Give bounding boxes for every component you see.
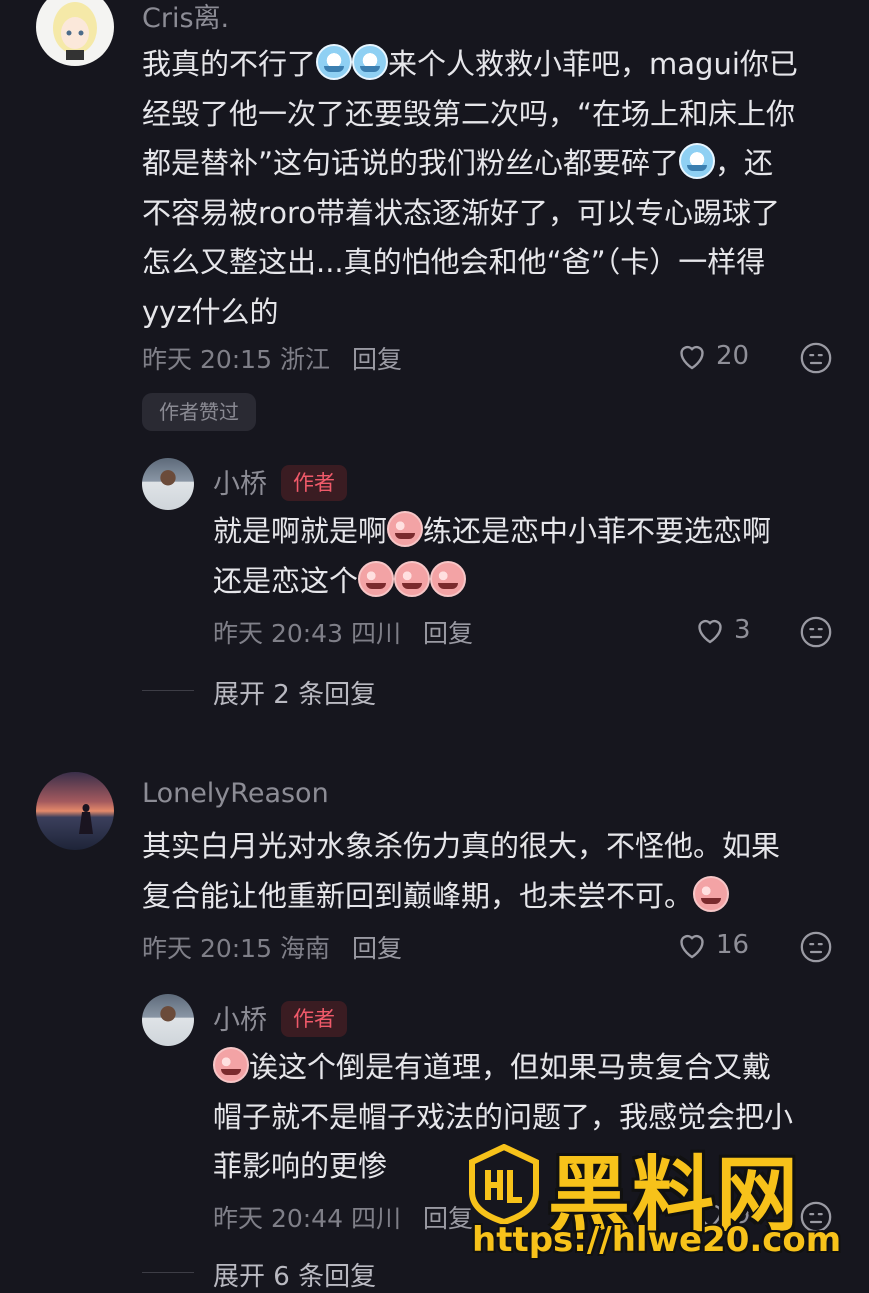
reply-button[interactable]: 回复 xyxy=(352,345,402,374)
crying-emoji-icon xyxy=(358,560,395,597)
author-badge: 作者 xyxy=(281,1001,347,1037)
laughing-emoji-icon xyxy=(213,1047,249,1083)
avatar[interactable] xyxy=(36,0,114,66)
crying-emoji-icon xyxy=(316,44,353,80)
username[interactable]: 小桥 xyxy=(213,469,267,500)
username[interactable]: Cris离. xyxy=(142,0,229,35)
like-button[interactable]: 16 xyxy=(674,927,749,963)
reply-header: 小桥 作者 xyxy=(213,998,347,1037)
crying-emoji-icon xyxy=(352,44,389,80)
divider xyxy=(142,690,194,691)
like-count: 3 xyxy=(734,615,751,645)
expand-replies-button[interactable]: 展开 6 条回复 xyxy=(213,1256,376,1293)
like-button[interactable]: 20 xyxy=(674,338,749,374)
like-count: 16 xyxy=(716,930,750,960)
anime-girl-icon xyxy=(53,2,97,60)
reply-meta: 昨天 20:43 四川 回复 xyxy=(213,619,473,648)
author-badge: 作者 xyxy=(281,465,347,501)
silhouette-icon xyxy=(79,804,93,834)
reply-text: 就是啊就是啊 练还是恋中小菲不要选恋啊 还是恋这个 xyxy=(213,507,833,606)
comment-meta: 昨天 20:15 浙江 回复 xyxy=(142,345,402,374)
comment-text: 我真的不行了 来个人救救小菲吧，magui你已 经毁了他一次了还要毁第二次吗，“在… xyxy=(142,40,842,337)
reply-header: 小桥 作者 xyxy=(213,462,347,501)
neutral-face-icon[interactable] xyxy=(799,615,833,649)
reply-button[interactable]: 回复 xyxy=(423,1204,473,1233)
hl-shield-logo-icon xyxy=(469,1144,539,1224)
neutral-face-icon[interactable] xyxy=(799,930,833,964)
like-button[interactable]: 3 xyxy=(692,612,751,648)
crying-emoji-icon xyxy=(430,560,467,597)
crying-emoji-icon xyxy=(387,511,424,547)
reply-button[interactable]: 回复 xyxy=(423,619,473,648)
avatar[interactable] xyxy=(142,994,194,1046)
heart-icon xyxy=(698,619,722,644)
crying-emoji-icon xyxy=(693,875,730,912)
reply-button[interactable]: 回复 xyxy=(352,934,402,963)
author-liked-tag: 作者赞过 xyxy=(142,393,256,431)
watermark-url: https://hlwe20.com xyxy=(472,1220,842,1260)
comment-meta: 昨天 20:15 海南 回复 xyxy=(142,934,402,963)
crying-emoji-icon xyxy=(394,560,431,597)
neutral-face-icon[interactable] xyxy=(799,341,833,375)
reply-meta: 昨天 20:44 四川 回复 xyxy=(213,1204,473,1233)
avatar[interactable] xyxy=(36,772,114,850)
heart-icon xyxy=(680,345,704,370)
comment-text: 其实白月光对水象杀伤力真的很大，不怪他。如果 复合能让他重新回到巅峰期，也未尝不… xyxy=(142,829,781,913)
heart-icon xyxy=(680,934,704,959)
crying-emoji-icon xyxy=(679,143,716,179)
watermark: 黑料网 https://hlwe20.com xyxy=(468,1130,860,1280)
expand-replies-button[interactable]: 展开 2 条回复 xyxy=(213,674,376,711)
divider xyxy=(142,1272,194,1273)
username[interactable]: LonelyReason xyxy=(142,778,329,809)
username[interactable]: 小桥 xyxy=(213,1005,267,1036)
like-count: 20 xyxy=(716,341,750,371)
avatar[interactable] xyxy=(142,458,194,510)
